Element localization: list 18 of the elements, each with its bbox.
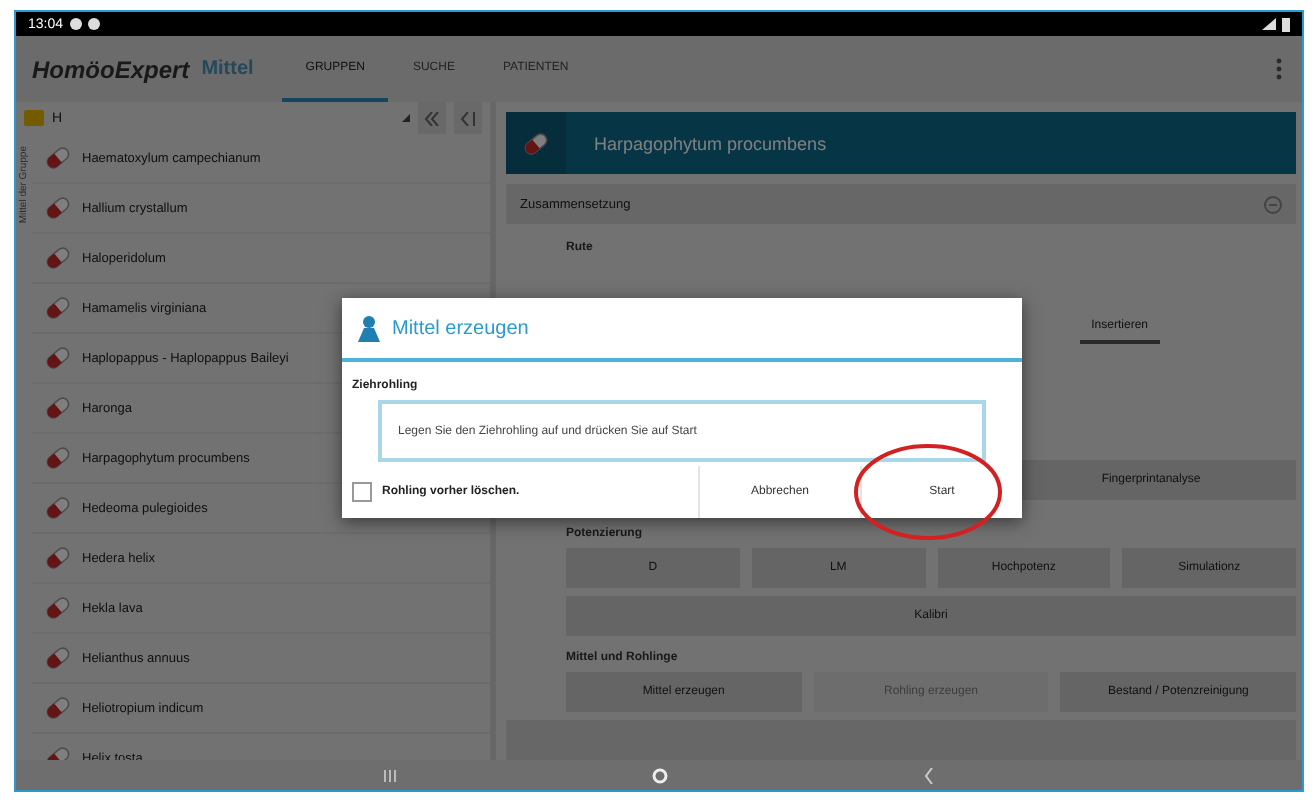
back-icon[interactable] xyxy=(924,768,934,784)
chevron-bar-icon xyxy=(460,111,476,125)
signal-icon xyxy=(1262,18,1276,30)
overflow-menu-icon[interactable] xyxy=(1276,58,1282,80)
app-subtitle: Mittel xyxy=(201,58,254,80)
remedy-title: Harpagophytum procumbens xyxy=(594,133,827,153)
person-icon xyxy=(358,315,380,341)
collapse-all-button[interactable] xyxy=(418,102,446,134)
folder-icon xyxy=(24,110,44,126)
collapse-panel-button[interactable] xyxy=(454,102,482,134)
app-logo: HomöoExpert xyxy=(32,55,190,83)
home-icon[interactable] xyxy=(652,768,668,784)
recent-apps-icon[interactable] xyxy=(384,770,396,782)
collapse-icon[interactable] xyxy=(1264,195,1282,213)
double-chevron-left-icon xyxy=(424,111,440,125)
battery-icon xyxy=(1282,17,1290,31)
capsule-icon xyxy=(522,129,550,157)
dropdown-caret-icon[interactable] xyxy=(402,114,410,122)
